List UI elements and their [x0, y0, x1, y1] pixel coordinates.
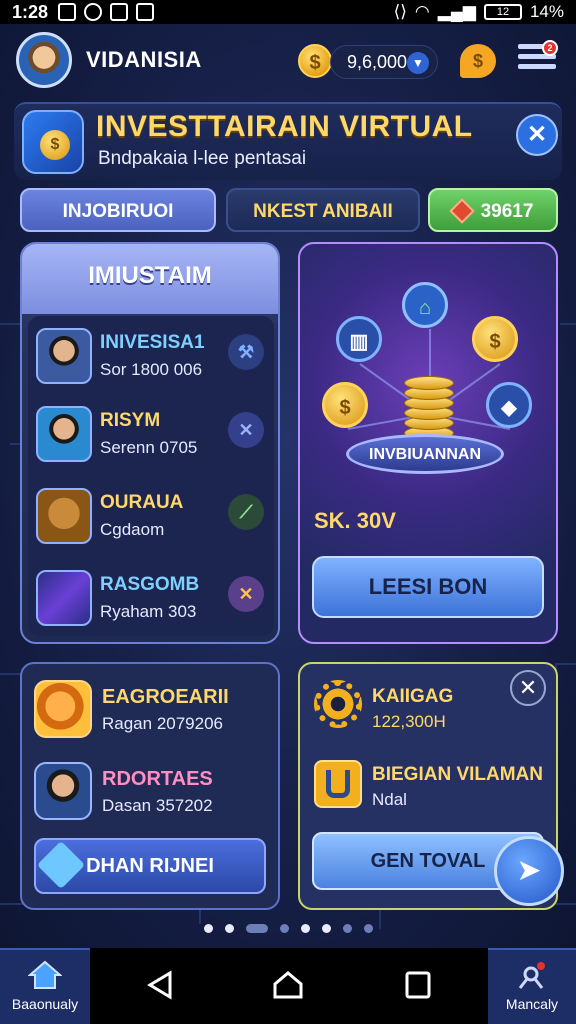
item-value: Serenn 0705 [100, 438, 198, 457]
task-value: 122,300H [372, 712, 446, 731]
page-dot[interactable] [224, 923, 234, 933]
page-dot-active[interactable] [245, 923, 268, 933]
list-item[interactable]: RISYM Serenn 0705 ✕ [32, 400, 272, 472]
gallery-icon [58, 3, 77, 21]
golden-mask-icon [36, 488, 92, 544]
price-label: SK. 30V [314, 508, 396, 533]
status-time: 1:28 [12, 1, 49, 22]
page-dot[interactable] [321, 923, 331, 933]
chevron-down-icon[interactable]: ▼ [407, 52, 429, 74]
status-bar: 1:28 ⟨⟩ ◠ ▂▄▆ 12 14% [0, 0, 576, 24]
item-value: Cgdaom [100, 520, 165, 539]
username: VIDANISIA [86, 47, 202, 72]
investor-avatar-icon [36, 328, 92, 384]
settings-status-icon [84, 3, 103, 21]
reward-value: Dasan 357202 [102, 796, 213, 815]
nav-profile-label: Mancaly [505, 996, 559, 1012]
buy-button[interactable]: LEESI BON [312, 556, 544, 618]
network-icon [518, 962, 545, 989]
tab-rewards[interactable]: 39617 [428, 188, 558, 232]
rocket-icon [36, 570, 92, 626]
coin-stack-layer [404, 376, 454, 390]
coin-icon: $ [298, 44, 332, 78]
reward-name: EAGROEARII [102, 686, 229, 708]
investor-avatar-icon [34, 762, 92, 820]
notification-status-icon [136, 3, 155, 21]
tab-rewards-label: 39617 [480, 201, 534, 222]
remove-icon[interactable]: ✕ [228, 412, 264, 448]
shield-icon: ◆ [486, 382, 532, 428]
battery-percent: 14% [529, 2, 564, 21]
battery-icon: 12 [483, 4, 522, 20]
page-dot[interactable] [203, 923, 213, 933]
notification-badge: 2 [542, 40, 558, 56]
tools-icon[interactable]: ⚒ [228, 334, 264, 370]
item-value: Sor 1800 006 [100, 360, 203, 379]
home-system-icon[interactable] [272, 970, 304, 1000]
orange-orb-icon [34, 680, 92, 738]
user-avatar[interactable] [16, 32, 72, 88]
tab-investment[interactable]: INJOBIRUOI [20, 188, 216, 232]
page-subtitle: Bndpakaia l-lee pentasai [98, 148, 307, 169]
page-dot[interactable] [342, 923, 352, 933]
signal-icon: ▂▄▆ [437, 2, 476, 21]
building-icon: ▥ [336, 316, 382, 362]
magnet-icon [314, 760, 362, 808]
balance-value: 9,6,000 [347, 51, 408, 72]
investor-avatar-icon [36, 406, 92, 462]
dollar-coin-icon: $ [322, 382, 368, 428]
house-icon: ⌂ [402, 282, 448, 328]
gem-icon [448, 198, 475, 224]
page-dot[interactable] [279, 923, 289, 933]
gear-icon [314, 680, 362, 728]
recents-icon[interactable] [404, 970, 432, 1000]
page-dot[interactable] [300, 923, 310, 933]
wifi-icon: ◠ [414, 2, 430, 21]
tab-invest-active[interactable]: NKEST ANIBAII [226, 188, 420, 232]
remove-icon[interactable]: ✕ [228, 576, 264, 612]
page-indicator [0, 920, 576, 936]
nav-home-label: Baaonualy [11, 996, 79, 1012]
task-name: KAIIGAG [372, 686, 454, 707]
vibrate-icon: ⟨⟩ [393, 2, 407, 21]
reward-name: RDORTAES [102, 768, 213, 790]
item-name: RASGOMB [100, 574, 200, 595]
balance-display[interactable]: 9,6,000 ▼ [330, 45, 438, 79]
reward-value: Ragan 2079206 [102, 714, 224, 733]
item-name: INIVESISA1 [100, 332, 205, 353]
dollar-coin-icon: $ [472, 316, 518, 362]
item-value: Ryaham 303 [100, 602, 197, 621]
podium-label: INVBIUANNAN [369, 446, 481, 463]
arrow-right-icon[interactable]: ➤ [494, 836, 564, 906]
task-value: Ndal [372, 790, 407, 809]
item-name: OURAUA [100, 492, 184, 513]
list-item[interactable]: INIVESISA1 Sor 1800 006 ⚒ [32, 322, 272, 394]
list-item[interactable]: RASGOMB Ryaham 303 ✕ [32, 564, 272, 636]
close-button[interactable]: ✕ [516, 114, 558, 156]
item-name: RISYM [100, 410, 161, 431]
panel-heading: IMIUSTAIM [88, 262, 212, 289]
page-dot[interactable] [363, 923, 373, 933]
app-status-icon [110, 3, 129, 21]
close-icon[interactable]: ✕ [510, 670, 546, 706]
page-title: INVESTTAIRAIN VIRTUAL [96, 110, 473, 143]
investment-shield-icon: $ [22, 110, 84, 174]
list-item[interactable]: OURAUA Cgdaom ⟋ [32, 482, 272, 554]
chat-icon[interactable]: $ [460, 44, 496, 78]
task-name: BIEGIAN VILAMAN [372, 764, 543, 785]
home-icon [28, 960, 62, 989]
back-icon[interactable] [146, 970, 174, 1000]
edit-icon[interactable]: ⟋ [228, 494, 264, 530]
